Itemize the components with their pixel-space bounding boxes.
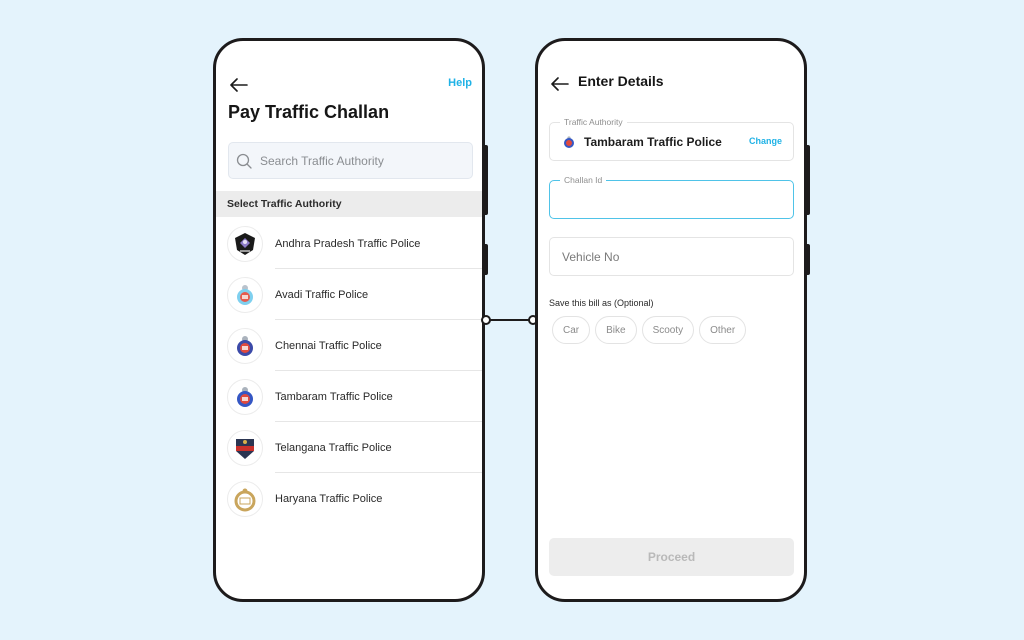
page-title: Pay Traffic Challan: [228, 102, 390, 122]
save-option-chips: Car Bike Scooty Other: [552, 316, 747, 344]
avadi-police-emblem-icon: [227, 277, 263, 313]
authority-item-telangana[interactable]: Telangana Traffic Police: [216, 422, 482, 473]
authority-item-tambaram[interactable]: Tambaram Traffic Police: [216, 371, 482, 422]
search-field[interactable]: [228, 142, 473, 179]
chip-scooty[interactable]: Scooty: [641, 316, 695, 344]
back-arrow-icon[interactable]: [551, 77, 569, 91]
phone-side-button: [806, 244, 810, 275]
back-arrow-icon[interactable]: [230, 78, 248, 92]
selected-authority: Tambaram Traffic Police: [584, 135, 722, 149]
change-authority-link[interactable]: Change: [749, 136, 782, 146]
chip-bike[interactable]: Bike: [595, 316, 637, 344]
andhra-pradesh-police-emblem-icon: [227, 226, 263, 262]
haryana-police-emblem-icon: [227, 481, 263, 517]
authority-item-chennai[interactable]: Chennai Traffic Police: [216, 320, 482, 371]
vehicle-no-field[interactable]: [549, 237, 794, 276]
chennai-police-emblem-icon: [227, 328, 263, 364]
phone-pay-traffic-challan: Help Pay Traffic Challan Select Traffic …: [213, 38, 488, 602]
chip-car[interactable]: Car: [552, 316, 591, 344]
search-icon: [236, 153, 252, 169]
traffic-authority-field: Traffic Authority Tambaram Traffic Polic…: [549, 117, 794, 161]
challan-id-field[interactable]: Challan Id: [549, 175, 794, 219]
field-label: Traffic Authority: [560, 117, 627, 127]
phone-side-button: [484, 244, 488, 275]
search-input[interactable]: [260, 153, 460, 168]
authority-label: Tambaram Traffic Police: [275, 390, 393, 403]
phone-side-button: [484, 145, 488, 215]
authority-list: Andhra Pradesh Traffic Police Avadi Traf…: [216, 218, 482, 524]
proceed-button[interactable]: Proceed: [549, 538, 794, 576]
section-header: Select Traffic Authority: [216, 191, 482, 217]
authority-label: Chennai Traffic Police: [275, 339, 382, 352]
phone-side-button: [806, 145, 810, 215]
authority-item-andhra-pradesh[interactable]: Andhra Pradesh Traffic Police: [216, 218, 482, 269]
challan-id-input[interactable]: [562, 181, 782, 218]
chip-other[interactable]: Other: [699, 316, 747, 344]
vehicle-no-input[interactable]: [562, 238, 782, 275]
save-bill-label: Save this bill as (Optional): [549, 298, 654, 308]
telangana-police-emblem-icon: [227, 430, 263, 466]
tambaram-police-emblem-icon: [564, 136, 574, 148]
authority-label: Telangana Traffic Police: [275, 441, 392, 454]
page-title: Enter Details: [578, 73, 664, 89]
authority-label: Avadi Traffic Police: [275, 288, 369, 301]
authority-item-haryana[interactable]: Haryana Traffic Police: [216, 473, 482, 524]
flow-connector-line: [485, 319, 533, 321]
tambaram-police-emblem-icon: [227, 379, 263, 415]
authority-label: Andhra Pradesh Traffic Police: [275, 237, 421, 250]
authority-label: Haryana Traffic Police: [275, 492, 383, 505]
phone-enter-details: Enter Details Traffic Authority Tambaram…: [535, 38, 810, 602]
help-link[interactable]: Help: [448, 77, 472, 89]
connector-dot: [481, 315, 491, 325]
authority-item-avadi[interactable]: Avadi Traffic Police: [216, 269, 482, 320]
